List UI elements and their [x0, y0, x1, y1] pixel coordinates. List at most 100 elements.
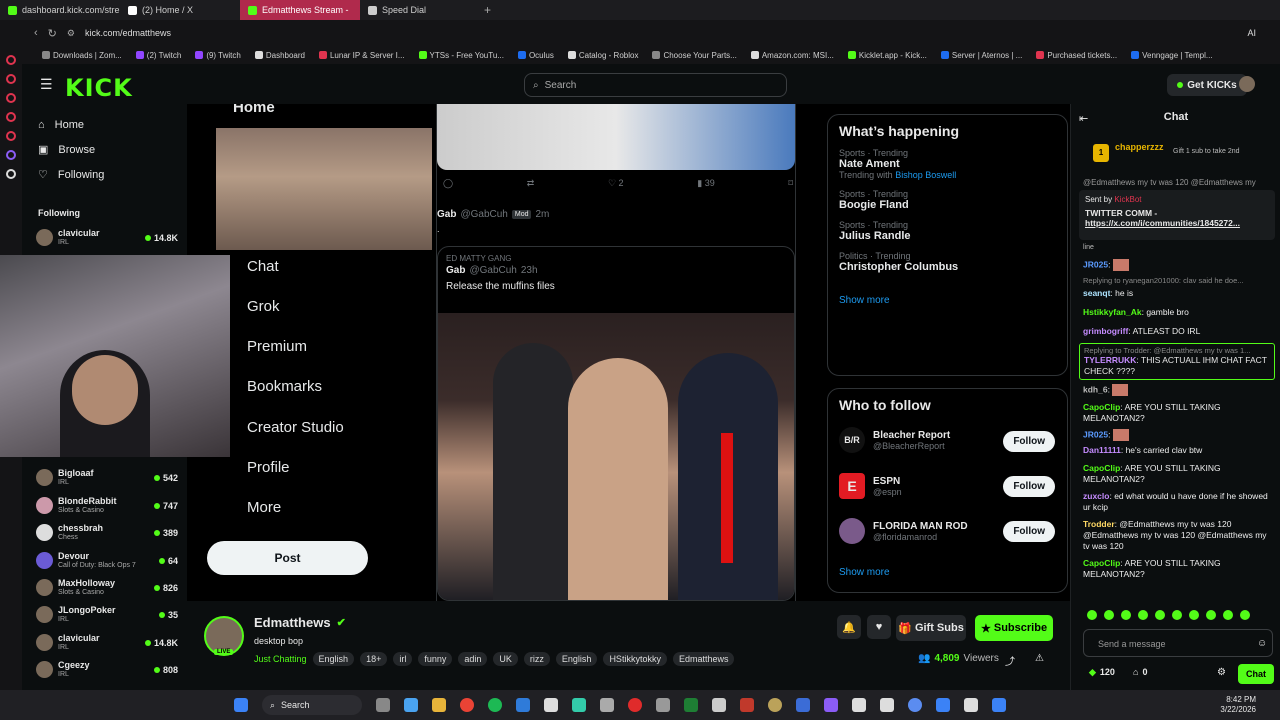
bookmark-item[interactable]: Venngage | Templ... — [1131, 51, 1213, 60]
chrome-icon[interactable] — [460, 698, 474, 712]
discord-icon[interactable] — [544, 698, 558, 712]
nav-home[interactable]: ⌂ Home — [22, 112, 187, 137]
bookmark-item[interactable]: Downloads | Zom... — [42, 51, 122, 60]
edge-icon[interactable] — [516, 698, 530, 712]
tag[interactable]: funny — [418, 652, 453, 666]
category-link[interactable]: Just Chatting — [254, 654, 307, 664]
user-avatar[interactable] — [1239, 76, 1255, 92]
bookmark-item[interactable]: Kicklet.app - Kick... — [847, 51, 927, 60]
search-input[interactable]: ⌕ Search — [524, 73, 787, 97]
app-icon[interactable] — [964, 698, 978, 712]
hamburger-menu-icon[interactable]: ☰ — [40, 76, 53, 93]
ai-button[interactable]: AI — [1247, 28, 1256, 38]
back-icon[interactable]: ‹ — [34, 27, 38, 39]
bookmark-item[interactable]: Amazon.com: MSI... — [750, 51, 834, 60]
emote-icon[interactable] — [1121, 610, 1131, 620]
app-icon[interactable] — [740, 698, 754, 712]
opera-icon[interactable] — [6, 74, 16, 84]
bookmark-item[interactable]: Oculus — [517, 51, 554, 60]
bookmark-item[interactable]: Catalog - Roblox — [567, 51, 638, 60]
gift-subs-button[interactable]: 🎁 Gift Subs — [896, 615, 966, 641]
emote-icon[interactable] — [1189, 610, 1199, 620]
emote-icon[interactable] — [1240, 610, 1250, 620]
app-icon[interactable] — [656, 698, 670, 712]
url-field[interactable]: kick.com/edmatthews — [85, 28, 171, 38]
tab-edmatthews-stream[interactable]: Edmatthews Stream - — [240, 0, 360, 20]
report-icon[interactable]: ⚠ — [1035, 653, 1044, 664]
opera-icon[interactable] — [6, 131, 16, 141]
tab-speed-dial[interactable]: Speed Dial — [360, 0, 480, 20]
app-icon[interactable] — [880, 698, 894, 712]
tag[interactable]: UK — [493, 652, 518, 666]
tag[interactable]: irl — [393, 652, 413, 666]
notifications-bell-icon[interactable]: 🔔 — [837, 615, 861, 639]
emote-icon[interactable] — [1087, 610, 1097, 620]
excel-icon[interactable] — [684, 698, 698, 712]
bookmark-item[interactable]: (9) Twitch — [195, 51, 241, 60]
kick-logo[interactable]: KICK — [65, 74, 133, 102]
share-icon[interactable]: ⤴ — [1005, 653, 1015, 668]
bookmark-item[interactable]: YTSs - Free YouTu... — [418, 51, 504, 60]
emote-icon[interactable] — [1223, 610, 1233, 620]
taskbar-search[interactable]: ⌕ Search — [262, 695, 362, 715]
youtube-icon[interactable] — [628, 698, 642, 712]
windows-start-icon[interactable] — [234, 698, 248, 712]
app-icon[interactable] — [712, 698, 726, 712]
chat-settings-icon[interactable]: ⚙ — [1217, 667, 1226, 678]
followed-channel[interactable]: Cgeezy IRL 808 — [36, 656, 178, 683]
app-icon[interactable] — [936, 698, 950, 712]
app-icon[interactable] — [992, 698, 1006, 712]
subscribe-button[interactable]: ★ Subscribe — [975, 615, 1053, 641]
nav-following[interactable]: ♡ Following — [22, 162, 187, 187]
bookmark-item[interactable]: Server | Aternos | ... — [940, 51, 1022, 60]
followed-channel[interactable]: Devour Call of Duty: Black Ops 7 64 — [36, 547, 178, 574]
app-icon[interactable] — [768, 698, 782, 712]
tab-x-home[interactable]: (2) Home / X — [120, 0, 240, 20]
spotify-icon[interactable] — [488, 698, 502, 712]
reload-icon[interactable]: ↻ — [48, 27, 57, 40]
app-icon[interactable] — [796, 698, 810, 712]
tag[interactable]: HStikkytokky — [603, 652, 667, 666]
channel-points[interactable]: ◆ 120 — [1089, 667, 1115, 678]
pinned-message[interactable]: Sent by KickBot TWITTER COMM - https://x… — [1079, 190, 1275, 240]
bookmark-item[interactable]: Choose Your Parts... — [652, 51, 737, 60]
site-info-icon[interactable]: ⚙ — [67, 28, 75, 39]
file-explorer-icon[interactable] — [432, 698, 446, 712]
emote-icon[interactable] — [1172, 610, 1182, 620]
tag[interactable]: Edmatthews — [672, 652, 735, 666]
followed-channel[interactable]: clavicular IRL 14.8K — [36, 224, 178, 251]
followed-channel[interactable]: JLongoPoker IRL 35 — [36, 601, 178, 628]
bookmark-item[interactable]: Dashboard — [254, 51, 305, 60]
app-icon[interactable] — [852, 698, 866, 712]
send-chat-button[interactable]: Chat — [1238, 664, 1274, 684]
followed-channel[interactable]: clavicular IRL 14.8K — [36, 629, 178, 656]
new-tab-icon[interactable]: + — [484, 3, 491, 17]
twitch-icon[interactable] — [6, 150, 16, 160]
tab-kick-dashboard[interactable]: dashboard.kick.com/stre — [0, 0, 120, 20]
app-icon[interactable] — [572, 698, 586, 712]
twitch-icon[interactable] — [824, 698, 838, 712]
opera-icon[interactable] — [6, 93, 16, 103]
tag[interactable]: adin — [458, 652, 488, 666]
followed-channel[interactable]: MaxHolloway Slots & Casino 826 — [36, 574, 178, 601]
followed-channel[interactable]: BlondeRabbit Slots & Casino 747 — [36, 492, 178, 519]
opera-icon[interactable] — [6, 112, 16, 122]
tag[interactable]: rizz — [523, 652, 550, 666]
bookmark-item[interactable]: (2) Twitch — [135, 51, 181, 60]
tag[interactable]: English — [312, 652, 355, 666]
system-clock[interactable]: 8:42 PM 3/22/2026 — [1220, 695, 1256, 715]
app-icon[interactable] — [376, 698, 390, 712]
opera-icon[interactable] — [6, 55, 16, 65]
get-kicks-button[interactable]: Get KICKs — [1167, 74, 1247, 96]
bookmark-item[interactable]: Lunar IP & Server I... — [318, 51, 405, 60]
app-icon[interactable] — [600, 698, 614, 712]
nav-browse[interactable]: ▣ Browse — [22, 137, 187, 162]
x-icon[interactable] — [6, 169, 16, 179]
followed-channel[interactable]: Bigloaaf IRL 542 — [36, 464, 178, 491]
bookmark-item[interactable]: Purchased tickets... — [1036, 51, 1117, 60]
chat-message-input[interactable]: Send a message — [1083, 629, 1273, 657]
follow-heart-icon[interactable]: ♥ — [867, 615, 891, 639]
channel-name[interactable]: Edmatthews ✔ — [254, 615, 346, 630]
app-icon[interactable] — [404, 698, 418, 712]
emote-icon[interactable] — [1155, 610, 1165, 620]
